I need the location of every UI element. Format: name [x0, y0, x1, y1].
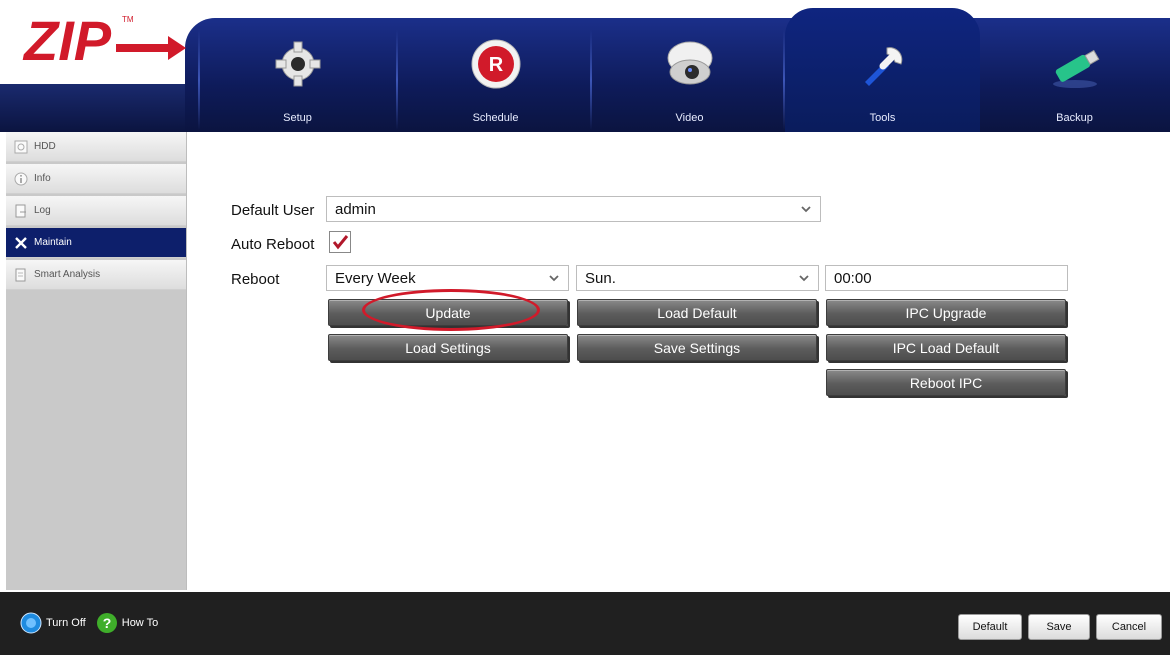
auto-reboot-checkbox[interactable] — [329, 231, 351, 253]
svg-text:?: ? — [102, 615, 111, 631]
default-user-value: admin — [335, 200, 376, 218]
log-icon — [15, 204, 26, 217]
record-icon: R — [471, 39, 520, 89]
power-icon[interactable] — [20, 612, 42, 634]
tab-tools[interactable]: Tools — [785, 8, 980, 132]
sidebar-item-label: Maintain — [34, 237, 72, 248]
zip-logo: ZIP TM — [22, 9, 186, 68]
sidebar-item-smart-analysis[interactable]: Smart Analysis — [6, 260, 186, 290]
ipc-load-default-button[interactable]: IPC Load Default — [826, 334, 1066, 361]
tools-icon — [15, 236, 27, 249]
tab-video[interactable]: Video — [592, 18, 787, 132]
sidebar-item-label: Log — [34, 205, 51, 216]
svg-text:ZIP: ZIP — [22, 9, 112, 68]
help-icon[interactable]: ? — [96, 612, 118, 634]
top-nav: ZIP TM Setup R Schedule Video Tools Back… — [0, 0, 1170, 132]
tab-label: Tools — [869, 112, 896, 124]
tab-schedule[interactable]: R Schedule — [398, 18, 593, 132]
chevron-down-icon — [799, 275, 809, 282]
tab-label: Backup — [1056, 112, 1093, 124]
cancel-button[interactable]: Cancel — [1096, 614, 1162, 640]
gear-icon — [275, 41, 320, 87]
tab-setup[interactable]: Setup — [200, 18, 395, 132]
reboot-frequency-select[interactable]: Every Week — [326, 265, 569, 291]
reboot-time-value: 00:00 — [834, 269, 872, 287]
default-user-select[interactable]: admin — [326, 196, 821, 222]
svg-text:TM: TM — [122, 15, 134, 24]
reboot-ipc-button[interactable]: Reboot IPC — [826, 369, 1066, 396]
default-button[interactable]: Default — [958, 614, 1022, 640]
analysis-icon — [15, 268, 26, 281]
sidebar-item-label: Info — [34, 173, 51, 184]
default-user-label: Default User — [231, 202, 315, 219]
sidebar: HDD Info Log Maintain Smart Analysis — [6, 132, 187, 590]
load-settings-button[interactable]: Load Settings — [328, 334, 568, 361]
reboot-time-input[interactable]: 00:00 — [825, 265, 1068, 291]
sidebar-item-log[interactable]: Log — [6, 196, 186, 226]
maintain-panel: Default User admin Auto Reboot Reboot Ev… — [190, 132, 1170, 590]
tab-label: Video — [675, 112, 704, 124]
tab-label: Setup — [283, 112, 312, 124]
sidebar-item-info[interactable]: Info — [6, 164, 186, 194]
highlight-annotation — [362, 289, 540, 331]
sidebar-item-hdd[interactable]: HDD — [6, 132, 186, 162]
save-settings-button[interactable]: Save Settings — [577, 334, 817, 361]
load-default-button[interactable]: Load Default — [577, 299, 817, 326]
reboot-day-select[interactable]: Sun. — [576, 265, 819, 291]
tab-backup[interactable]: Backup — [977, 18, 1170, 132]
footer-bar: Turn Off ? How To Default Save Cancel — [0, 592, 1170, 655]
chevron-down-icon — [801, 206, 811, 213]
turn-off-link[interactable]: Turn Off — [46, 617, 86, 629]
auto-reboot-label: Auto Reboot — [231, 236, 315, 253]
checkmark-icon — [332, 235, 349, 250]
usb-icon — [1052, 49, 1099, 88]
sidebar-item-label: HDD — [34, 141, 56, 152]
footer-actions: Turn Off ? How To — [20, 612, 158, 634]
sidebar-item-maintain[interactable]: Maintain — [6, 228, 186, 258]
disk-icon — [14, 140, 28, 153]
how-to-link[interactable]: How To — [122, 617, 158, 629]
sidebar-item-label: Smart Analysis — [34, 269, 101, 280]
tab-label: Schedule — [472, 112, 519, 124]
save-button[interactable]: Save — [1028, 614, 1090, 640]
wrench-icon — [864, 47, 902, 86]
reboot-label: Reboot — [231, 271, 280, 288]
info-icon — [14, 172, 28, 185]
chevron-down-icon — [549, 275, 559, 282]
reboot-frequency-value: Every Week — [335, 269, 416, 287]
ipc-upgrade-button[interactable]: IPC Upgrade — [826, 299, 1066, 326]
svg-text:R: R — [488, 54, 503, 76]
camera-icon — [667, 41, 712, 85]
reboot-day-value: Sun. — [585, 269, 616, 287]
